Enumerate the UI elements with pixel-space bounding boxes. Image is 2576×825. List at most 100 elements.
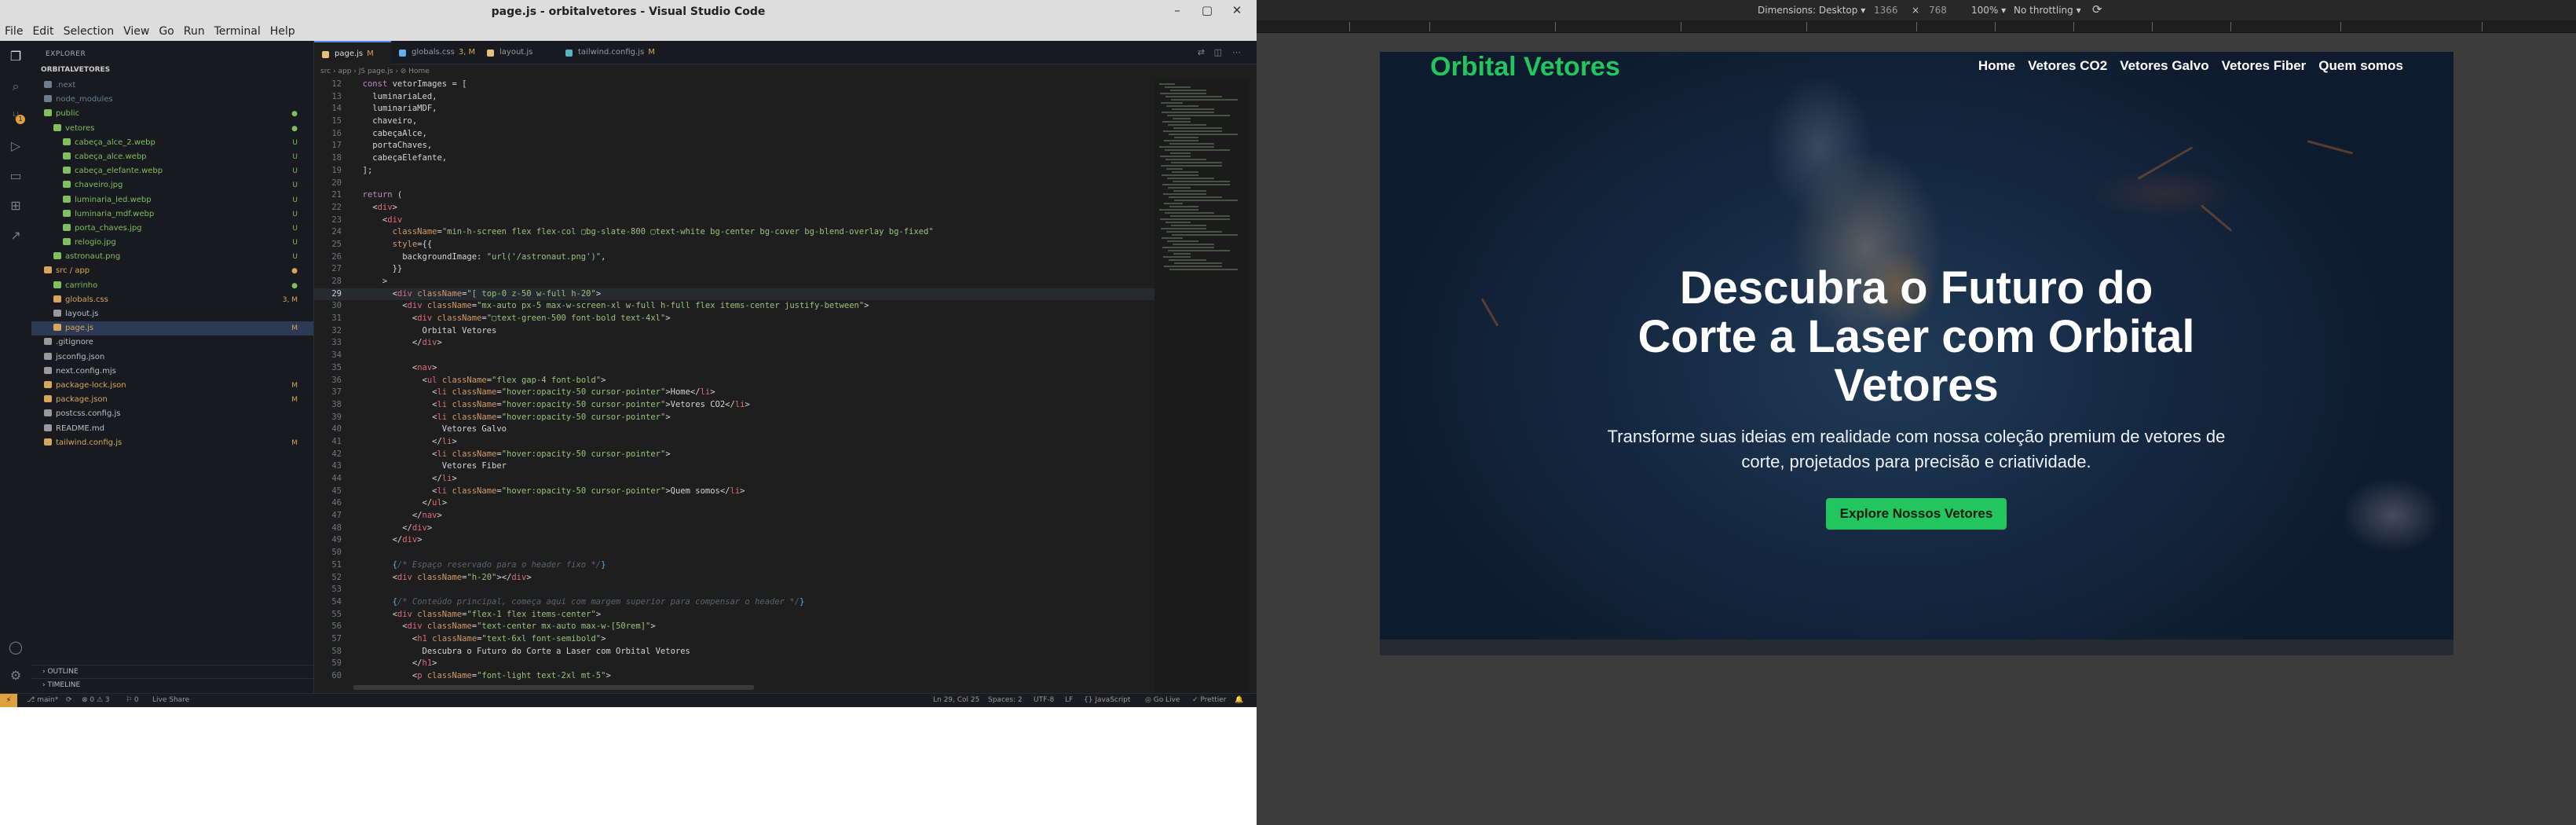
dimensions-select[interactable]: Dimensions: Desktop ▾ <box>1758 5 1865 16</box>
tree-item[interactable]: .gitignore <box>31 336 313 350</box>
code-line[interactable]: 40 Vetores Galvo <box>314 424 1154 436</box>
code-line[interactable]: 56 <div className="text-center mx-auto m… <box>314 621 1154 633</box>
code-line[interactable]: 20 <box>314 178 1154 190</box>
search-icon[interactable]: ⌕ <box>6 77 25 96</box>
tree-item[interactable]: README.md <box>31 422 313 436</box>
tree-item[interactable]: package.json M <box>31 393 313 407</box>
minimize-button[interactable]: – <box>1169 3 1186 17</box>
code-line[interactable]: 47 </nav> <box>314 510 1154 522</box>
menu-view[interactable]: View <box>119 24 154 38</box>
menu-selection[interactable]: Selection <box>59 24 119 38</box>
menu-run[interactable]: Run <box>179 24 210 38</box>
problems-count[interactable]: ⊗ 0 ⚠ 3 <box>82 696 110 704</box>
code-line[interactable]: 41 </li> <box>314 436 1154 449</box>
sync-icon[interactable]: ⟳ <box>66 696 72 704</box>
code-line[interactable]: 38 <li className="hover:opacity-50 curso… <box>314 399 1154 412</box>
indentation[interactable]: Spaces: 2 <box>988 696 1023 704</box>
menu-help[interactable]: Help <box>265 24 300 38</box>
tree-item[interactable]: postcss.config.js <box>31 407 313 421</box>
tree-item[interactable]: vetores ● <box>31 122 313 136</box>
code-line[interactable]: 46 </ul> <box>314 497 1154 510</box>
live-share-icon[interactable]: ↗ <box>6 226 25 245</box>
tree-item[interactable]: cabeça_alce.webp U <box>31 150 313 164</box>
tree-item[interactable]: tailwind.config.js M <box>31 436 313 450</box>
code-line[interactable]: 55 <div className="flex-1 flex items-cen… <box>314 609 1154 622</box>
code-line[interactable]: 37 <li className="hover:opacity-50 curso… <box>314 387 1154 399</box>
horizontal-scrollbar[interactable] <box>353 685 754 690</box>
end-of-line[interactable]: LF <box>1065 696 1073 704</box>
tree-item[interactable]: relogio.jpg U <box>31 236 313 250</box>
code-editor[interactable]: 12 const vetorImages = [13 luminariaLed,… <box>314 79 1154 693</box>
code-line[interactable]: 21 return ( <box>314 189 1154 202</box>
rotate-icon[interactable]: ⟳ <box>2092 2 2102 16</box>
tree-item[interactable]: package-lock.json M <box>31 379 313 393</box>
more-actions-icon[interactable]: ⋯ <box>1232 47 1241 57</box>
remote-indicator-icon[interactable]: ⚡ <box>0 694 17 707</box>
files-icon[interactable]: ❐ <box>6 47 25 66</box>
code-line[interactable]: 50 <box>314 547 1154 559</box>
code-line[interactable]: 51 {/* Espaço reservado para o header fi… <box>314 559 1154 572</box>
tree-item[interactable]: carrinho ● <box>31 279 313 293</box>
code-line[interactable]: 43 Vetores Fiber <box>314 460 1154 473</box>
ruler-breakpoint[interactable] <box>1916 22 1917 31</box>
code-line[interactable]: 39 <li className="hover:opacity-50 curso… <box>314 412 1154 424</box>
tree-item[interactable]: porta_chaves.jpg U <box>31 222 313 236</box>
code-line[interactable]: 59 </h1> <box>314 658 1154 670</box>
code-line[interactable]: 32 Orbital Vetores <box>314 325 1154 338</box>
tree-item[interactable]: .next <box>31 79 313 93</box>
tree-item[interactable]: jsconfig.json <box>31 350 313 365</box>
tree-item[interactable]: globals.css 3, M <box>31 293 313 307</box>
go-live-button[interactable]: ◎ Go Live <box>1145 696 1180 704</box>
open-changes-icon[interactable]: ⇄ <box>1198 47 1205 57</box>
tab-page-js[interactable]: page.js M <box>314 41 391 64</box>
code-line[interactable]: 57 <h1 className="text-6xl font-semibold… <box>314 633 1154 646</box>
code-line[interactable]: 58 Descubra o Futuro do Corte a Laser co… <box>314 646 1154 658</box>
ruler-breakpoint[interactable] <box>2482 22 2483 31</box>
remote-explorer-icon[interactable]: ▭ <box>6 167 25 185</box>
code-line[interactable]: 30 <div className="mx-auto px-5 max-w-sc… <box>314 300 1154 313</box>
code-line[interactable]: 22 <div> <box>314 202 1154 214</box>
close-button[interactable]: ✕ <box>1228 3 1246 17</box>
ruler-breakpoint[interactable] <box>2340 22 2341 31</box>
tree-item[interactable]: astronaut.png U <box>31 250 313 264</box>
tree-item[interactable]: public ● <box>31 107 313 121</box>
code-line[interactable]: 48 </div> <box>314 522 1154 535</box>
tree-item[interactable]: luminaria_led.webp U <box>31 193 313 207</box>
project-root[interactable]: ORBITALVETORES <box>31 63 313 79</box>
media-query-ruler[interactable] <box>1257 20 2576 33</box>
ports-count[interactable]: ⚐ 0 <box>126 696 139 704</box>
live-share-status[interactable]: Live Share <box>152 696 189 704</box>
code-line[interactable]: 15 chaveiro, <box>314 116 1154 128</box>
code-line[interactable]: 19 ]; <box>314 165 1154 178</box>
git-branch[interactable]: ⎇ main* <box>27 696 58 704</box>
outline-section[interactable]: › OUTLINE <box>31 665 314 678</box>
account-icon[interactable]: ◯ <box>6 638 25 657</box>
source-control-icon[interactable]: ⑂ 1 <box>6 107 25 126</box>
tree-item[interactable]: layout.js <box>31 307 313 321</box>
code-line[interactable]: 14 luminariaMDF, <box>314 103 1154 116</box>
ruler-breakpoint[interactable] <box>1349 22 1350 31</box>
code-line[interactable]: 13 luminariaLed, <box>314 91 1154 104</box>
extensions-icon[interactable]: ⊞ <box>6 196 25 215</box>
code-line[interactable]: 23 <div <box>314 214 1154 227</box>
tree-item[interactable]: cabeça_elefante.webp U <box>31 164 313 178</box>
menu-go[interactable]: Go <box>154 24 178 38</box>
code-line[interactable]: 44 </li> <box>314 473 1154 486</box>
tree-item[interactable]: luminaria_mdf.webp U <box>31 207 313 222</box>
code-line[interactable]: 17 portaChaves, <box>314 140 1154 152</box>
split-editor-icon[interactable]: ◫ <box>1214 47 1222 57</box>
ruler-breakpoint[interactable] <box>2152 22 2153 31</box>
code-line[interactable]: 31 <div className="▢text-green-500 font-… <box>314 313 1154 325</box>
breadcrumb[interactable]: src › app › JS page.js › ⊘ Home <box>314 64 1257 79</box>
notifications-bell-icon[interactable]: 🔔 <box>1235 696 1243 704</box>
ruler-breakpoint[interactable] <box>1995 22 1996 31</box>
tree-item[interactable]: chaveiro.jpg U <box>31 178 313 192</box>
tree-item[interactable]: cabeça_alce_2.webp U <box>31 136 313 150</box>
nav-vetores-co2[interactable]: Vetores CO2 <box>2028 58 2107 74</box>
menu-terminal[interactable]: Terminal <box>210 24 265 38</box>
nav-vetores-fiber[interactable]: Vetores Fiber <box>2222 58 2307 74</box>
explore-vectors-button[interactable]: Explore Nossos Vetores <box>1825 498 2007 530</box>
prettier-status[interactable]: ✓ Prettier <box>1192 696 1227 704</box>
site-logo[interactable]: Orbital Vetores <box>1430 52 1620 82</box>
code-line[interactable]: 49 </div> <box>314 534 1154 547</box>
